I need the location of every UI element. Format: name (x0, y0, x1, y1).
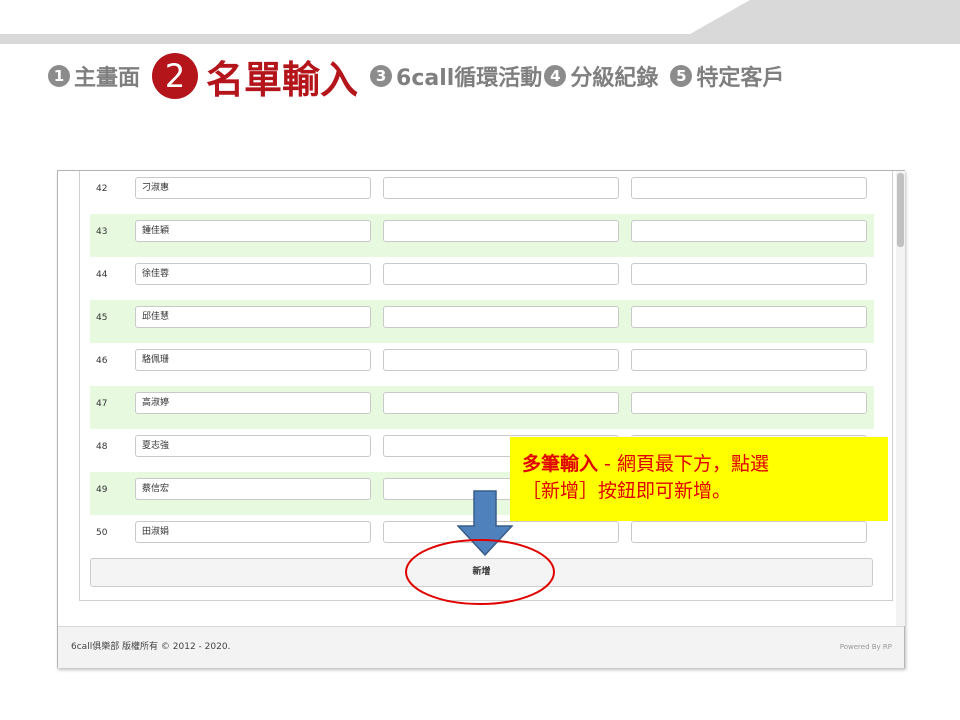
step-navigation: 1 主畫面 2 名單輸入 3 6call循環活動 4 分級紀錄 5 特定客戶 (48, 46, 784, 106)
row-number: 50 (96, 528, 108, 538)
table-row: 42 刁淑惠 (90, 171, 874, 214)
step-2-number: 2 (152, 53, 199, 99)
second-input[interactable] (383, 349, 619, 371)
table-row: 47 高淑婷 (90, 386, 874, 429)
highlight-ellipse (405, 539, 555, 605)
name-input[interactable]: 田淑娟 (135, 521, 371, 543)
step-4-label: 分級紀錄 (570, 66, 659, 91)
footer-copyright: 6call俱樂部 版權所有 © 2012 - 2020. (71, 642, 231, 652)
callout-line-1: 多筆輸入 - 網頁最下方，點選 (522, 451, 878, 477)
third-input[interactable] (631, 306, 867, 328)
callout-line-1-rest: - 網頁最下方，點選 (598, 453, 769, 475)
step-1-number: 1 (48, 65, 70, 87)
scrollbar-thumb[interactable] (897, 173, 904, 247)
row-number: 43 (96, 227, 108, 237)
top-decorative-band (0, 0, 960, 44)
step-1-label: 主畫面 (74, 66, 141, 91)
footer-powered-by: Powered By RP (839, 643, 892, 651)
name-input[interactable]: 刁淑惠 (135, 177, 371, 199)
second-input[interactable] (383, 263, 619, 285)
row-number: 47 (96, 399, 108, 409)
third-input[interactable] (631, 263, 867, 285)
step-2-active: 2 名單輸入 (152, 49, 358, 104)
row-number: 44 (96, 270, 108, 280)
second-input[interactable] (383, 177, 619, 199)
table-row: 45 邱佳慧 (90, 300, 874, 343)
step-3-number: 3 (370, 65, 393, 87)
name-input[interactable]: 高淑婷 (135, 392, 371, 414)
name-input[interactable]: 鍾佳穎 (135, 220, 371, 242)
third-input[interactable] (631, 349, 867, 371)
table-row: 43 鍾佳穎 (90, 214, 874, 257)
callout-line-2: ［新增］按鈕即可新增。 (522, 480, 732, 502)
table-row: 46 駱佩珊 (90, 343, 874, 386)
name-input[interactable]: 夏志強 (135, 435, 371, 457)
step-2-label: 名單輸入 (206, 57, 359, 102)
third-input[interactable] (631, 220, 867, 242)
name-input[interactable]: 駱佩珊 (135, 349, 371, 371)
second-input[interactable] (383, 392, 619, 414)
table-row: 44 徐佳蓉 (90, 257, 874, 300)
third-input[interactable] (631, 177, 867, 199)
row-number: 46 (96, 356, 108, 366)
step-4: 4 分級紀錄 (544, 60, 658, 92)
step-5: 5 特定客戶 (670, 60, 784, 92)
instruction-callout: 多筆輸入 - 網頁最下方，點選 ［新增］按鈕即可新增。 (510, 437, 888, 521)
page-footer: 6call俱樂部 版權所有 © 2012 - 2020. Powered By … (58, 626, 904, 668)
third-input[interactable] (631, 392, 867, 414)
step-1: 1 主畫面 (48, 60, 140, 92)
second-input[interactable] (383, 220, 619, 242)
step-3: 3 6call循環活動 (370, 60, 542, 92)
name-input[interactable]: 邱佳慧 (135, 306, 371, 328)
callout-bold-text: 多筆輸入 (522, 453, 599, 475)
row-number: 48 (96, 442, 108, 452)
name-input[interactable]: 蔡信宏 (135, 478, 371, 500)
row-number: 42 (96, 184, 108, 194)
row-number: 45 (96, 313, 108, 323)
step-5-number: 5 (670, 65, 693, 87)
row-number: 49 (96, 485, 108, 495)
step-4-number: 4 (544, 65, 567, 87)
step-3-label: 6call循環活動 (396, 66, 543, 91)
second-input[interactable] (383, 306, 619, 328)
third-input[interactable] (631, 521, 867, 543)
name-input[interactable]: 徐佳蓉 (135, 263, 371, 285)
step-5-label: 特定客戶 (696, 66, 785, 91)
